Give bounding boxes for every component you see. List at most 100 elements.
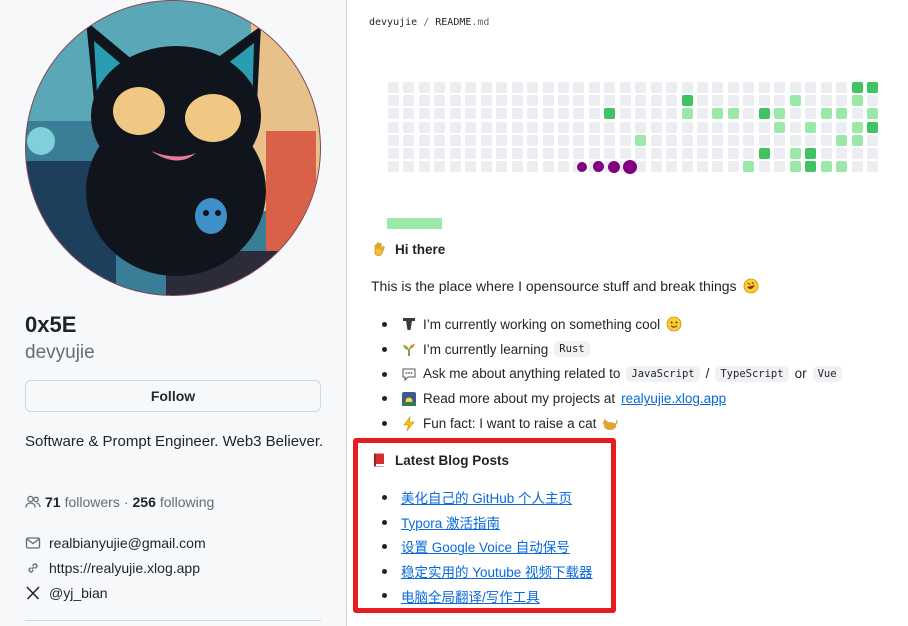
blog-post-link[interactable]: 电脑全局翻译/写作工具	[401, 586, 540, 606]
contribution-cell	[388, 121, 399, 133]
contribution-cell	[805, 148, 817, 159]
contribution-cell	[774, 148, 786, 159]
contribution-cell	[434, 95, 446, 107]
contribution-cell	[635, 134, 647, 146]
contribution-cell	[388, 95, 399, 107]
contribution-cell	[403, 95, 415, 107]
contribution-cell	[557, 95, 569, 107]
contribution-cell	[820, 148, 832, 159]
intro-line: This is the place where I opensource stu…	[371, 278, 759, 294]
contribution-cell	[681, 134, 693, 146]
email-link[interactable]: realbianyujie@gmail.com	[49, 535, 206, 551]
contribution-cell	[388, 82, 399, 93]
contribution-cell	[866, 82, 878, 93]
construction-worker-icon	[401, 316, 417, 332]
blog-post-link[interactable]: 设置 Google Voice 自动保号	[401, 536, 570, 556]
contribution-cell	[681, 108, 693, 120]
contribution-cell	[465, 134, 477, 146]
contribution-cell	[635, 108, 647, 120]
website-link[interactable]: https://realyujie.xlog.app	[49, 560, 200, 576]
contribution-cell	[774, 82, 786, 93]
contribution-cell	[758, 95, 770, 107]
contribution-cell	[820, 95, 832, 107]
contribution-cell	[511, 121, 523, 133]
projects-link[interactable]: realyujie.xlog.app	[621, 391, 726, 406]
seedling-icon	[401, 341, 417, 357]
x-logo-icon	[26, 586, 40, 600]
following-count[interactable]: 256	[133, 494, 156, 510]
contribution-cell	[836, 121, 848, 133]
contribution-cell	[820, 161, 832, 173]
contribution-cell	[727, 121, 739, 133]
following-label[interactable]: following	[160, 494, 214, 510]
contribution-cell	[851, 108, 863, 120]
blog-post-link[interactable]: 稳定实用的 Youtube 视频下载器	[401, 561, 593, 581]
blog-post-link[interactable]: Typora 激活指南	[401, 512, 500, 532]
contribution-cell	[743, 95, 755, 107]
typescript-code: TypeScript	[715, 365, 789, 382]
contribution-cell	[434, 148, 446, 159]
contribution-cell	[480, 161, 492, 173]
contribution-cell	[712, 82, 724, 93]
contribution-cell	[388, 161, 399, 173]
rofl-emoji-icon	[743, 278, 759, 294]
contribution-cell	[418, 95, 430, 107]
breadcrumb-owner[interactable]: devyujie	[369, 17, 417, 28]
contribution-cell	[789, 161, 801, 173]
contribution-cell	[697, 82, 708, 93]
list-item: I’m currently working on something cool	[371, 312, 842, 337]
sidebar-divider	[25, 620, 321, 621]
contribution-cell	[805, 82, 817, 93]
learning-text: I’m currently learning	[423, 341, 549, 357]
contribution-cell	[666, 108, 678, 120]
contribution-cell	[465, 108, 477, 120]
blog-list-item: 设置 Google Voice 自动保号	[371, 534, 593, 559]
contribution-cell	[650, 134, 662, 146]
contribution-cell	[851, 82, 863, 93]
contribution-cell	[418, 82, 430, 93]
ask-text: Ask me about anything related to	[423, 366, 621, 382]
contribution-cell	[697, 108, 708, 120]
contribution-cell	[635, 82, 647, 93]
contribution-cell	[650, 82, 662, 93]
contribution-cell	[527, 121, 539, 133]
avatar[interactable]	[25, 0, 321, 296]
contribution-cell	[666, 121, 678, 133]
contribution-cell	[789, 82, 801, 93]
contribution-cell	[743, 82, 755, 93]
contribution-cell	[403, 148, 415, 159]
list-item: I’m currently learning Rust	[371, 337, 842, 362]
contribution-cell	[712, 95, 724, 107]
contribution-cell	[789, 121, 801, 133]
followers-label[interactable]: followers	[65, 494, 120, 510]
contribution-cell	[527, 161, 539, 173]
contribution-cell	[418, 121, 430, 133]
greeting-heading: Hi there	[371, 241, 445, 257]
contribution-cell	[588, 82, 600, 93]
follow-button[interactable]: Follow	[25, 380, 321, 412]
contribution-cell	[866, 161, 878, 173]
contribution-cell	[573, 148, 585, 159]
followers-count[interactable]: 71	[45, 494, 61, 510]
contribution-cell	[743, 121, 755, 133]
contribution-cell	[418, 148, 430, 159]
contribution-cell	[465, 161, 477, 173]
contribution-cell	[557, 161, 569, 173]
contribution-cell	[789, 148, 801, 159]
contribution-cell	[496, 148, 508, 159]
contribution-cell	[697, 148, 708, 159]
contribution-cell	[650, 161, 662, 173]
contribution-cell	[557, 82, 569, 93]
contribution-cell	[805, 121, 817, 133]
contribution-cell	[666, 95, 678, 107]
contribution-cell	[712, 108, 724, 120]
twitter-link[interactable]: @yj_bian	[49, 585, 108, 601]
blog-heading: Latest Blog Posts	[371, 452, 509, 468]
contribution-cell	[774, 95, 786, 107]
breadcrumb-file[interactable]: README	[435, 17, 471, 28]
contribution-cell	[666, 82, 678, 93]
blog-post-link[interactable]: 美化自己的 GitHub 个人主页	[401, 487, 572, 507]
contribution-cell	[758, 121, 770, 133]
snake-segment	[577, 161, 588, 172]
progress-bar	[387, 218, 442, 229]
